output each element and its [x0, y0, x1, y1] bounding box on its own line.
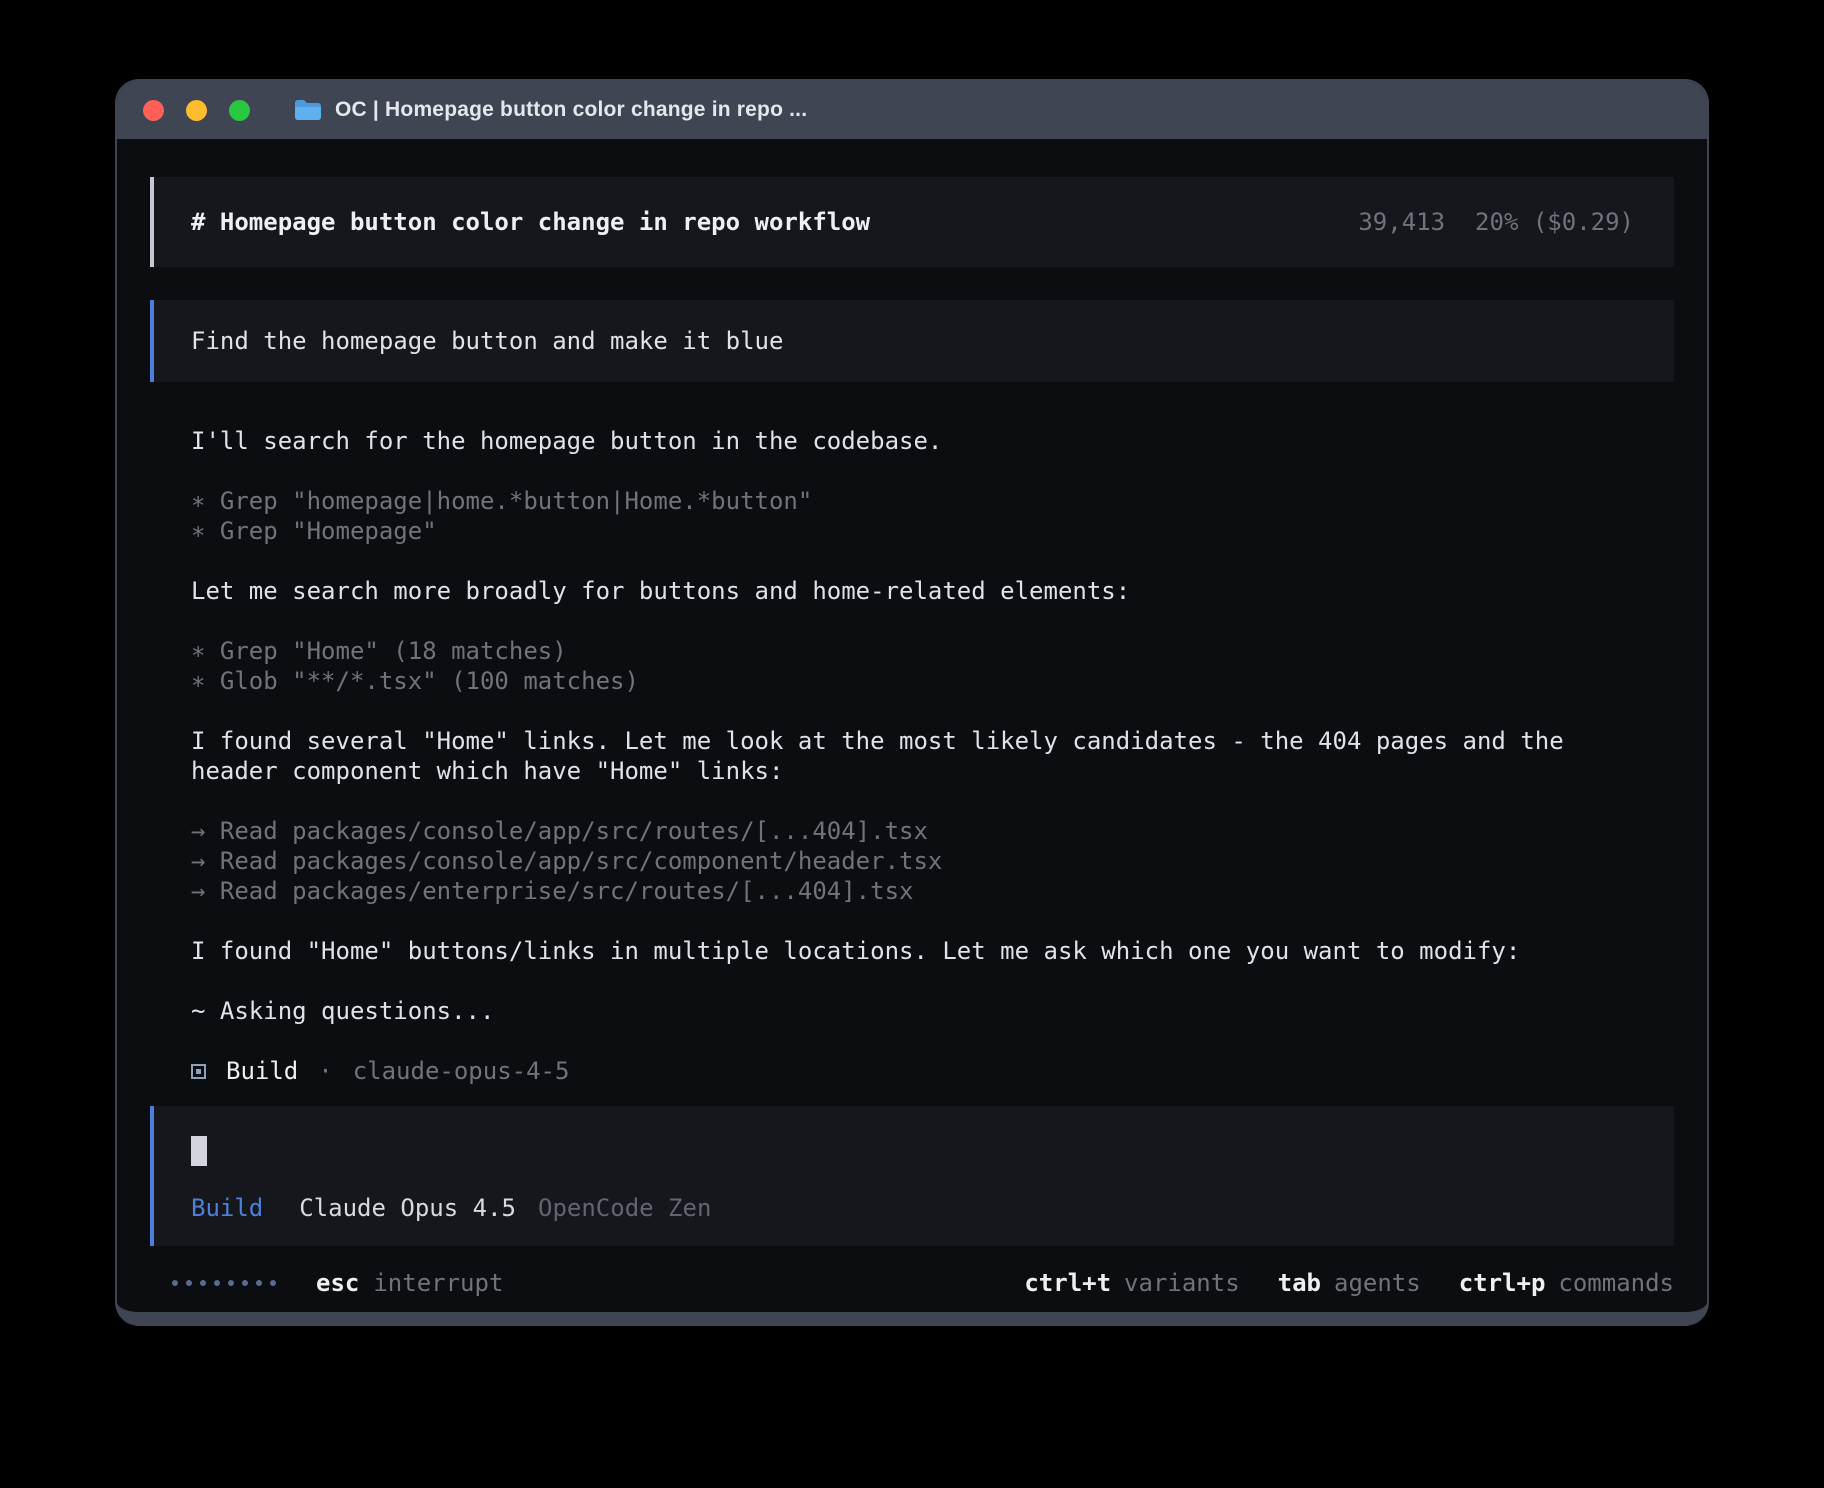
hint-agents-label: agents: [1334, 1269, 1421, 1297]
blank-line: [191, 1026, 1633, 1056]
close-button[interactable]: [143, 100, 164, 121]
blank-line: [191, 546, 1633, 576]
token-count: 39,413: [1358, 208, 1445, 236]
zoom-button[interactable]: [229, 100, 250, 121]
status-bar: esc interrupt ctrl+t variants tab agents…: [150, 1268, 1674, 1298]
status-bar-left: esc interrupt: [172, 1269, 503, 1297]
session-header: # Homepage button color change in repo w…: [150, 177, 1674, 267]
blank-line: [191, 696, 1633, 726]
assistant-message-line: I found several "Home" links. Let me loo…: [191, 726, 1633, 786]
window-title: OC | Homepage button color change in rep…: [335, 98, 807, 122]
model-name: Claude Opus 4.5: [299, 1194, 516, 1222]
tool-call-glob: ∗ Glob "**/*.tsx" (100 matches): [191, 666, 1633, 696]
titlebar[interactable]: OC | Homepage button color change in rep…: [117, 81, 1707, 139]
conversation: I'll search for the homepage button in t…: [150, 426, 1674, 1086]
blank-line: [191, 966, 1633, 996]
hint-commands-label: commands: [1558, 1269, 1674, 1297]
mode-label: Build: [191, 1194, 263, 1222]
model-status-row: Build Claude Opus 4.5 OpenCode Zen: [191, 1194, 1637, 1222]
blank-line: [191, 606, 1633, 636]
blank-line: [191, 786, 1633, 816]
agent-status-row: Build · claude-opus-4-5: [191, 1056, 1633, 1086]
session-title: # Homepage button color change in repo w…: [191, 208, 870, 236]
status-line-asking: ~ Asking questions...: [191, 996, 1633, 1026]
hint-agents-key: tab: [1278, 1269, 1321, 1297]
provider-name: OpenCode Zen: [538, 1194, 711, 1222]
agent-separator: ·: [318, 1056, 332, 1086]
agent-model-name: claude-opus-4-5: [353, 1056, 570, 1086]
hint-variants-key: ctrl+t: [1024, 1269, 1111, 1297]
hint-variants-label: variants: [1124, 1269, 1240, 1297]
blank-line: [191, 906, 1633, 936]
hint-agents: tab agents: [1278, 1269, 1421, 1297]
hint-commands-key: ctrl+p: [1459, 1269, 1546, 1297]
session-stats: 39,413 20% ($0.29): [1358, 208, 1634, 236]
tool-call-grep: ∗ Grep "Homepage": [191, 516, 1633, 546]
terminal-window: OC | Homepage button color change in rep…: [115, 79, 1709, 1326]
user-message: Find the homepage button and make it blu…: [150, 300, 1674, 382]
agent-icon: [191, 1064, 206, 1079]
tool-call-read: → Read packages/console/app/src/routes/[…: [191, 816, 1633, 846]
assistant-message-line: I'll search for the homepage button in t…: [191, 426, 1633, 456]
title-group: OC | Homepage button color change in rep…: [294, 98, 807, 122]
assistant-message-line: I found "Home" buttons/links in multiple…: [191, 936, 1633, 966]
assistant-message-line: Let me search more broadly for buttons a…: [191, 576, 1633, 606]
agent-mode-label: Build: [226, 1056, 298, 1086]
context-usage: 20% ($0.29): [1475, 208, 1634, 236]
folder-icon: [294, 99, 322, 121]
text-cursor: [191, 1136, 207, 1166]
terminal-content: # Homepage button color change in repo w…: [117, 139, 1707, 1298]
status-bar-right: ctrl+t variants tab agents ctrl+p comman…: [1024, 1269, 1674, 1297]
minimize-button[interactable]: [186, 100, 207, 121]
tool-call-read: → Read packages/console/app/src/componen…: [191, 846, 1633, 876]
esc-key-label: interrupt: [373, 1269, 503, 1297]
tool-call-grep: ∗ Grep "Home" (18 matches): [191, 636, 1633, 666]
hint-commands: ctrl+p commands: [1459, 1269, 1674, 1297]
prompt-input-area[interactable]: Build Claude Opus 4.5 OpenCode Zen: [150, 1106, 1674, 1246]
hint-variants: ctrl+t variants: [1024, 1269, 1239, 1297]
spinner-dots-icon: [172, 1280, 276, 1286]
blank-line: [191, 456, 1633, 486]
tool-call-read: → Read packages/enterprise/src/routes/[.…: [191, 876, 1633, 906]
traffic-lights: [143, 100, 250, 121]
user-message-text: Find the homepage button and make it blu…: [191, 327, 783, 355]
esc-key-hint: esc: [316, 1269, 359, 1297]
tool-call-grep: ∗ Grep "homepage|home.*button|Home.*butt…: [191, 486, 1633, 516]
